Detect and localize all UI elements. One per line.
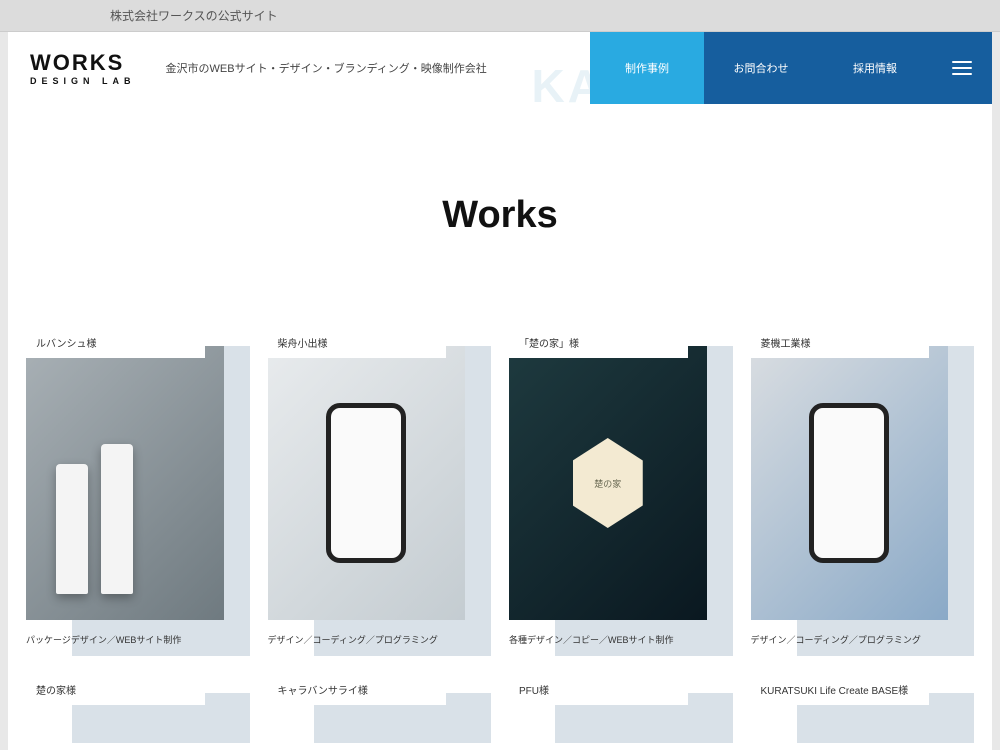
nav-recruit[interactable]: 採用情報 [818,32,932,104]
work-card[interactable]: 楚の家様 [26,674,250,743]
main-nav: 制作事例 お問合わせ 採用情報 [590,32,992,104]
nav-works[interactable]: 制作事例 [590,32,704,104]
site-logo[interactable]: WORKS DESIGN LAB [30,50,136,86]
work-title: PFU様 [509,674,688,705]
nav-menu-button[interactable] [932,32,992,104]
work-card[interactable]: PFU様 [509,674,733,743]
nav-contact[interactable]: お問合わせ [704,32,818,104]
site-tagline: 金沢市のWEBサイト・デザイン・ブランディング・映像制作会社 [166,60,487,76]
work-title: ルバンシュ様 [26,327,205,358]
hamburger-icon [952,61,972,75]
page-title: Works [8,194,992,237]
work-title: 柴舟小出様 [268,327,447,358]
works-grid: ルバンシュ様 パッケージデザイン／WEBサイト制作 柴舟小出様 デザイン／コーデ… [8,327,992,656]
work-card[interactable]: 「楚の家」様 楚の家 各種デザイン／コピー／WEBサイト制作 [509,327,733,656]
logo-sub: DESIGN LAB [30,76,136,86]
work-title: 「楚の家」様 [509,327,688,358]
work-card[interactable]: 菱機工業様 デザイン／コーディング／プログラミング [751,327,975,656]
hex-sign: 楚の家 [573,438,643,528]
work-title: キャラバンサライ様 [268,674,447,705]
work-card[interactable]: 柴舟小出様 デザイン／コーディング／プログラミング [268,327,492,656]
work-subtitle: デザイン／コーディング／プログラミング [268,633,438,646]
window-titlebar: 株式会社ワークスの公式サイト [0,0,1000,32]
logo-main: WORKS [30,50,136,76]
work-image [268,346,466,620]
work-subtitle: デザイン／コーディング／プログラミング [751,633,921,646]
work-subtitle: パッケージデザイン／WEBサイト制作 [26,633,181,646]
work-image [26,346,224,620]
window-title: 株式会社ワークスの公式サイト [110,7,278,24]
work-image [751,346,949,620]
work-card[interactable]: KURATSUKI Life Create BASE様 [751,674,975,743]
site-header: WORKS DESIGN LAB 金沢市のWEBサイト・デザイン・ブランディング… [8,32,992,104]
work-title: 楚の家様 [26,674,205,705]
page-content: WEB DESIGN & SEO KANAZAWA AREA WORKS DES… [8,32,992,750]
works-grid-row2: 楚の家様 キャラバンサライ様 PFU様 KURATSUKI Life Creat… [8,674,992,743]
work-title: KURATSUKI Life Create BASE様 [751,674,930,705]
work-title: 菱機工業様 [751,327,930,358]
work-card[interactable]: キャラバンサライ様 [268,674,492,743]
work-image: 楚の家 [509,346,707,620]
work-card[interactable]: ルバンシュ様 パッケージデザイン／WEBサイト制作 [26,327,250,656]
work-subtitle: 各種デザイン／コピー／WEBサイト制作 [509,633,674,646]
